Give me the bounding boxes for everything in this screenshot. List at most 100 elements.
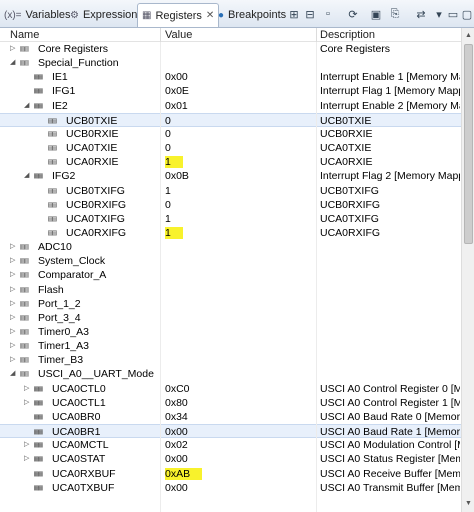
sync-icon[interactable]: ⇄ [413, 6, 429, 22]
tree-row[interactable]: ▤▤ UCB0RXIFG 0 UCB0RXIFG [0, 198, 461, 212]
column-divider[interactable] [316, 28, 317, 42]
register-value[interactable]: 0x0B [165, 169, 313, 183]
register-value[interactable]: 1 [165, 155, 313, 169]
remove-icon[interactable]: ▫ [320, 6, 336, 22]
tree-row[interactable]: ▤▤ UCA0RXIFG 1 UCA0RXIFG [0, 226, 461, 240]
collapsed-arrow-icon[interactable]: ▷ [24, 382, 32, 396]
tree-row[interactable]: ▷ ▥▥ Port_3_4 [0, 311, 461, 325]
register-value[interactable] [165, 311, 313, 325]
tree-row[interactable]: ▤▤ UCB0TXIE 0 UCB0TXIE [0, 112, 461, 128]
value-column-header[interactable]: Value [165, 28, 192, 42]
register-value[interactable]: 0 [165, 198, 313, 212]
register-value[interactable]: 1 [165, 184, 313, 198]
tree-row[interactable]: ▷ ▥▥ Port_1_2 [0, 297, 461, 311]
tree-row[interactable]: ▤▤ UCA0RXIE 1 UCA0RXIE [0, 155, 461, 169]
register-value[interactable]: 0 [165, 127, 313, 141]
tree-row[interactable]: ▷ ▥▥ Timer1_A3 [0, 339, 461, 353]
collapsed-arrow-icon[interactable]: ▷ [24, 452, 32, 466]
collapsed-arrow-icon[interactable]: ▷ [10, 283, 18, 297]
expanded-arrow-icon[interactable]: ◢ [10, 367, 18, 381]
tree-row[interactable]: ▦▦ UCA0RXBUF 0xAB USCI A0 Receive Buffer [M… [0, 467, 461, 481]
scroll-down-icon[interactable]: ▼ [463, 498, 474, 510]
register-value[interactable] [165, 56, 313, 70]
tree-row[interactable]: ▤▤ UCA0TXIFG 1 UCA0TXIFG [0, 212, 461, 226]
register-value[interactable]: 0x01 [165, 99, 313, 113]
collapsed-arrow-icon[interactable]: ▷ [24, 438, 32, 452]
tree-row[interactable]: ◢ ▥▥ USCI_A0__UART_Mode [0, 367, 461, 381]
collapsed-arrow-icon[interactable]: ▷ [10, 254, 18, 268]
expanded-arrow-icon[interactable]: ◢ [24, 169, 32, 183]
column-divider[interactable] [160, 28, 161, 42]
tree-row[interactable]: ▷ ▦▦ UCA0CTL0 0xC0 USCI A0 Control Register … [0, 382, 461, 396]
tab-expressions[interactable]: ⚙ Expressions [70, 3, 143, 27]
expanded-arrow-icon[interactable]: ◢ [10, 56, 18, 70]
register-value[interactable] [165, 254, 313, 268]
register-value[interactable]: 0x34 [165, 410, 313, 424]
maximize-icon[interactable]: ▢ [459, 6, 474, 22]
new-group-icon[interactable]: ▣ [368, 6, 384, 22]
tree-row[interactable]: ▦▦ UCA0TXBUF 0x00 USCI A0 Transmit Buffer [… [0, 481, 461, 495]
tree-row[interactable]: ▷ ▥▥ ADC10 [0, 240, 461, 254]
register-value[interactable]: 0x0E [165, 84, 313, 98]
register-value[interactable]: 0xC0 [165, 382, 313, 396]
tree-row[interactable]: ▤▤ UCA0TXIE 0 UCA0TXIE [0, 141, 461, 155]
register-value[interactable]: 0x00 [165, 425, 313, 439]
register-value[interactable]: 0x02 [165, 438, 313, 452]
vertical-scrollbar[interactable]: ▲ ▼ [461, 28, 474, 512]
tree-row[interactable]: ▷ ▦▦ UCA0MCTL 0x02 USCI A0 Modulation Contro… [0, 438, 461, 452]
register-value[interactable]: 1 [165, 226, 313, 240]
register-value[interactable] [165, 339, 313, 353]
description-column-header[interactable]: Description [320, 28, 375, 42]
scroll-thumb[interactable] [464, 44, 473, 244]
tree-row[interactable]: ◢ ▥▥ Special_Function [0, 56, 461, 70]
collapse-all-icon[interactable]: ⊟ [302, 6, 318, 22]
tree-row[interactable]: ▷ ▦▦ UCA0CTL1 0x80 USCI A0 Control Register … [0, 396, 461, 410]
collapsed-arrow-icon[interactable]: ▷ [10, 297, 18, 311]
tree-row[interactable]: ▷ ▥▥ Timer0_A3 [0, 325, 461, 339]
tree-row[interactable]: ▤▤ UCB0RXIE 0 UCB0RXIE [0, 127, 461, 141]
register-value[interactable]: 0 [165, 141, 313, 155]
export-icon[interactable]: ⎘ [387, 6, 403, 22]
register-value[interactable] [165, 367, 313, 381]
collapsed-arrow-icon[interactable]: ▷ [10, 268, 18, 282]
collapsed-arrow-icon[interactable]: ▷ [10, 325, 18, 339]
register-value[interactable] [165, 353, 313, 367]
tree-row[interactable]: ▦▦ UCA0BR0 0x34 USCI A0 Baud Rate 0 [Memory… [0, 410, 461, 424]
register-value[interactable] [165, 283, 313, 297]
collapsed-arrow-icon[interactable]: ▷ [10, 353, 18, 367]
collapsed-arrow-icon[interactable]: ▷ [10, 311, 18, 325]
tree-row[interactable]: ▷ ▦▦ UCA0STAT 0x00 USCI A0 Status Register [… [0, 452, 461, 466]
tree-row[interactable]: ▷ ▥▥ Timer_B3 [0, 353, 461, 367]
register-value[interactable] [165, 325, 313, 339]
register-value[interactable] [165, 268, 313, 282]
collapsed-arrow-icon[interactable]: ▷ [10, 42, 18, 56]
tree-row[interactable]: ▷ ▥▥ Flash [0, 283, 461, 297]
tree-row[interactable]: ◢▦▦ IE2 0x01 Interrupt Enable 2 [Memory Map… [0, 99, 461, 113]
register-value[interactable]: 1 [165, 212, 313, 226]
tab-variables[interactable]: (x)= Variables [4, 3, 71, 27]
scroll-up-icon[interactable]: ▲ [463, 30, 474, 42]
name-column-header[interactable]: Name [10, 28, 39, 42]
tree-row[interactable]: ▦▦ UCA0BR1 0x00 USCI A0 Baud Rate 1 [Memory… [0, 424, 461, 439]
show-type-names-icon[interactable]: ⊞ [286, 6, 302, 22]
tree-row[interactable]: ▷ ▥▥ System_Clock [0, 254, 461, 268]
tree-row[interactable]: ◢▦▦ IFG2 0x0B Interrupt Flag 2 [Memory Mapp… [0, 169, 461, 183]
tree-row[interactable]: ▤▤ UCB0TXIFG 1 UCB0TXIFG [0, 184, 461, 198]
collapsed-arrow-icon[interactable]: ▷ [10, 339, 18, 353]
register-value[interactable]: 0x80 [165, 396, 313, 410]
register-value[interactable]: 0x00 [165, 452, 313, 466]
tree-row[interactable]: ▷ ▥▥ Comparator_A [0, 268, 461, 282]
tree-row[interactable]: ▦▦ IE1 0x00 Interrupt Enable 1 [Memory Mapp… [0, 70, 461, 84]
tab-registers[interactable]: ▦ Registers ✕ [137, 3, 220, 27]
collapsed-arrow-icon[interactable]: ▷ [10, 240, 18, 254]
register-value[interactable] [165, 297, 313, 311]
tree-row[interactable]: ▷ ▥▥ Core Registers Core Registers [0, 42, 461, 56]
register-value[interactable]: 0x00 [165, 481, 313, 495]
tab-breakpoints[interactable]: ● Breakpoints [218, 3, 286, 27]
tree-row[interactable]: ▦▦ IFG1 0x0E Interrupt Flag 1 [Memory Mappe… [0, 84, 461, 98]
expanded-arrow-icon[interactable]: ◢ [24, 99, 32, 113]
register-value[interactable]: 0xAB [165, 467, 313, 481]
refresh-icon[interactable]: ⟳ [345, 6, 361, 22]
register-value[interactable]: 0 [165, 114, 313, 128]
register-value[interactable] [165, 240, 313, 254]
